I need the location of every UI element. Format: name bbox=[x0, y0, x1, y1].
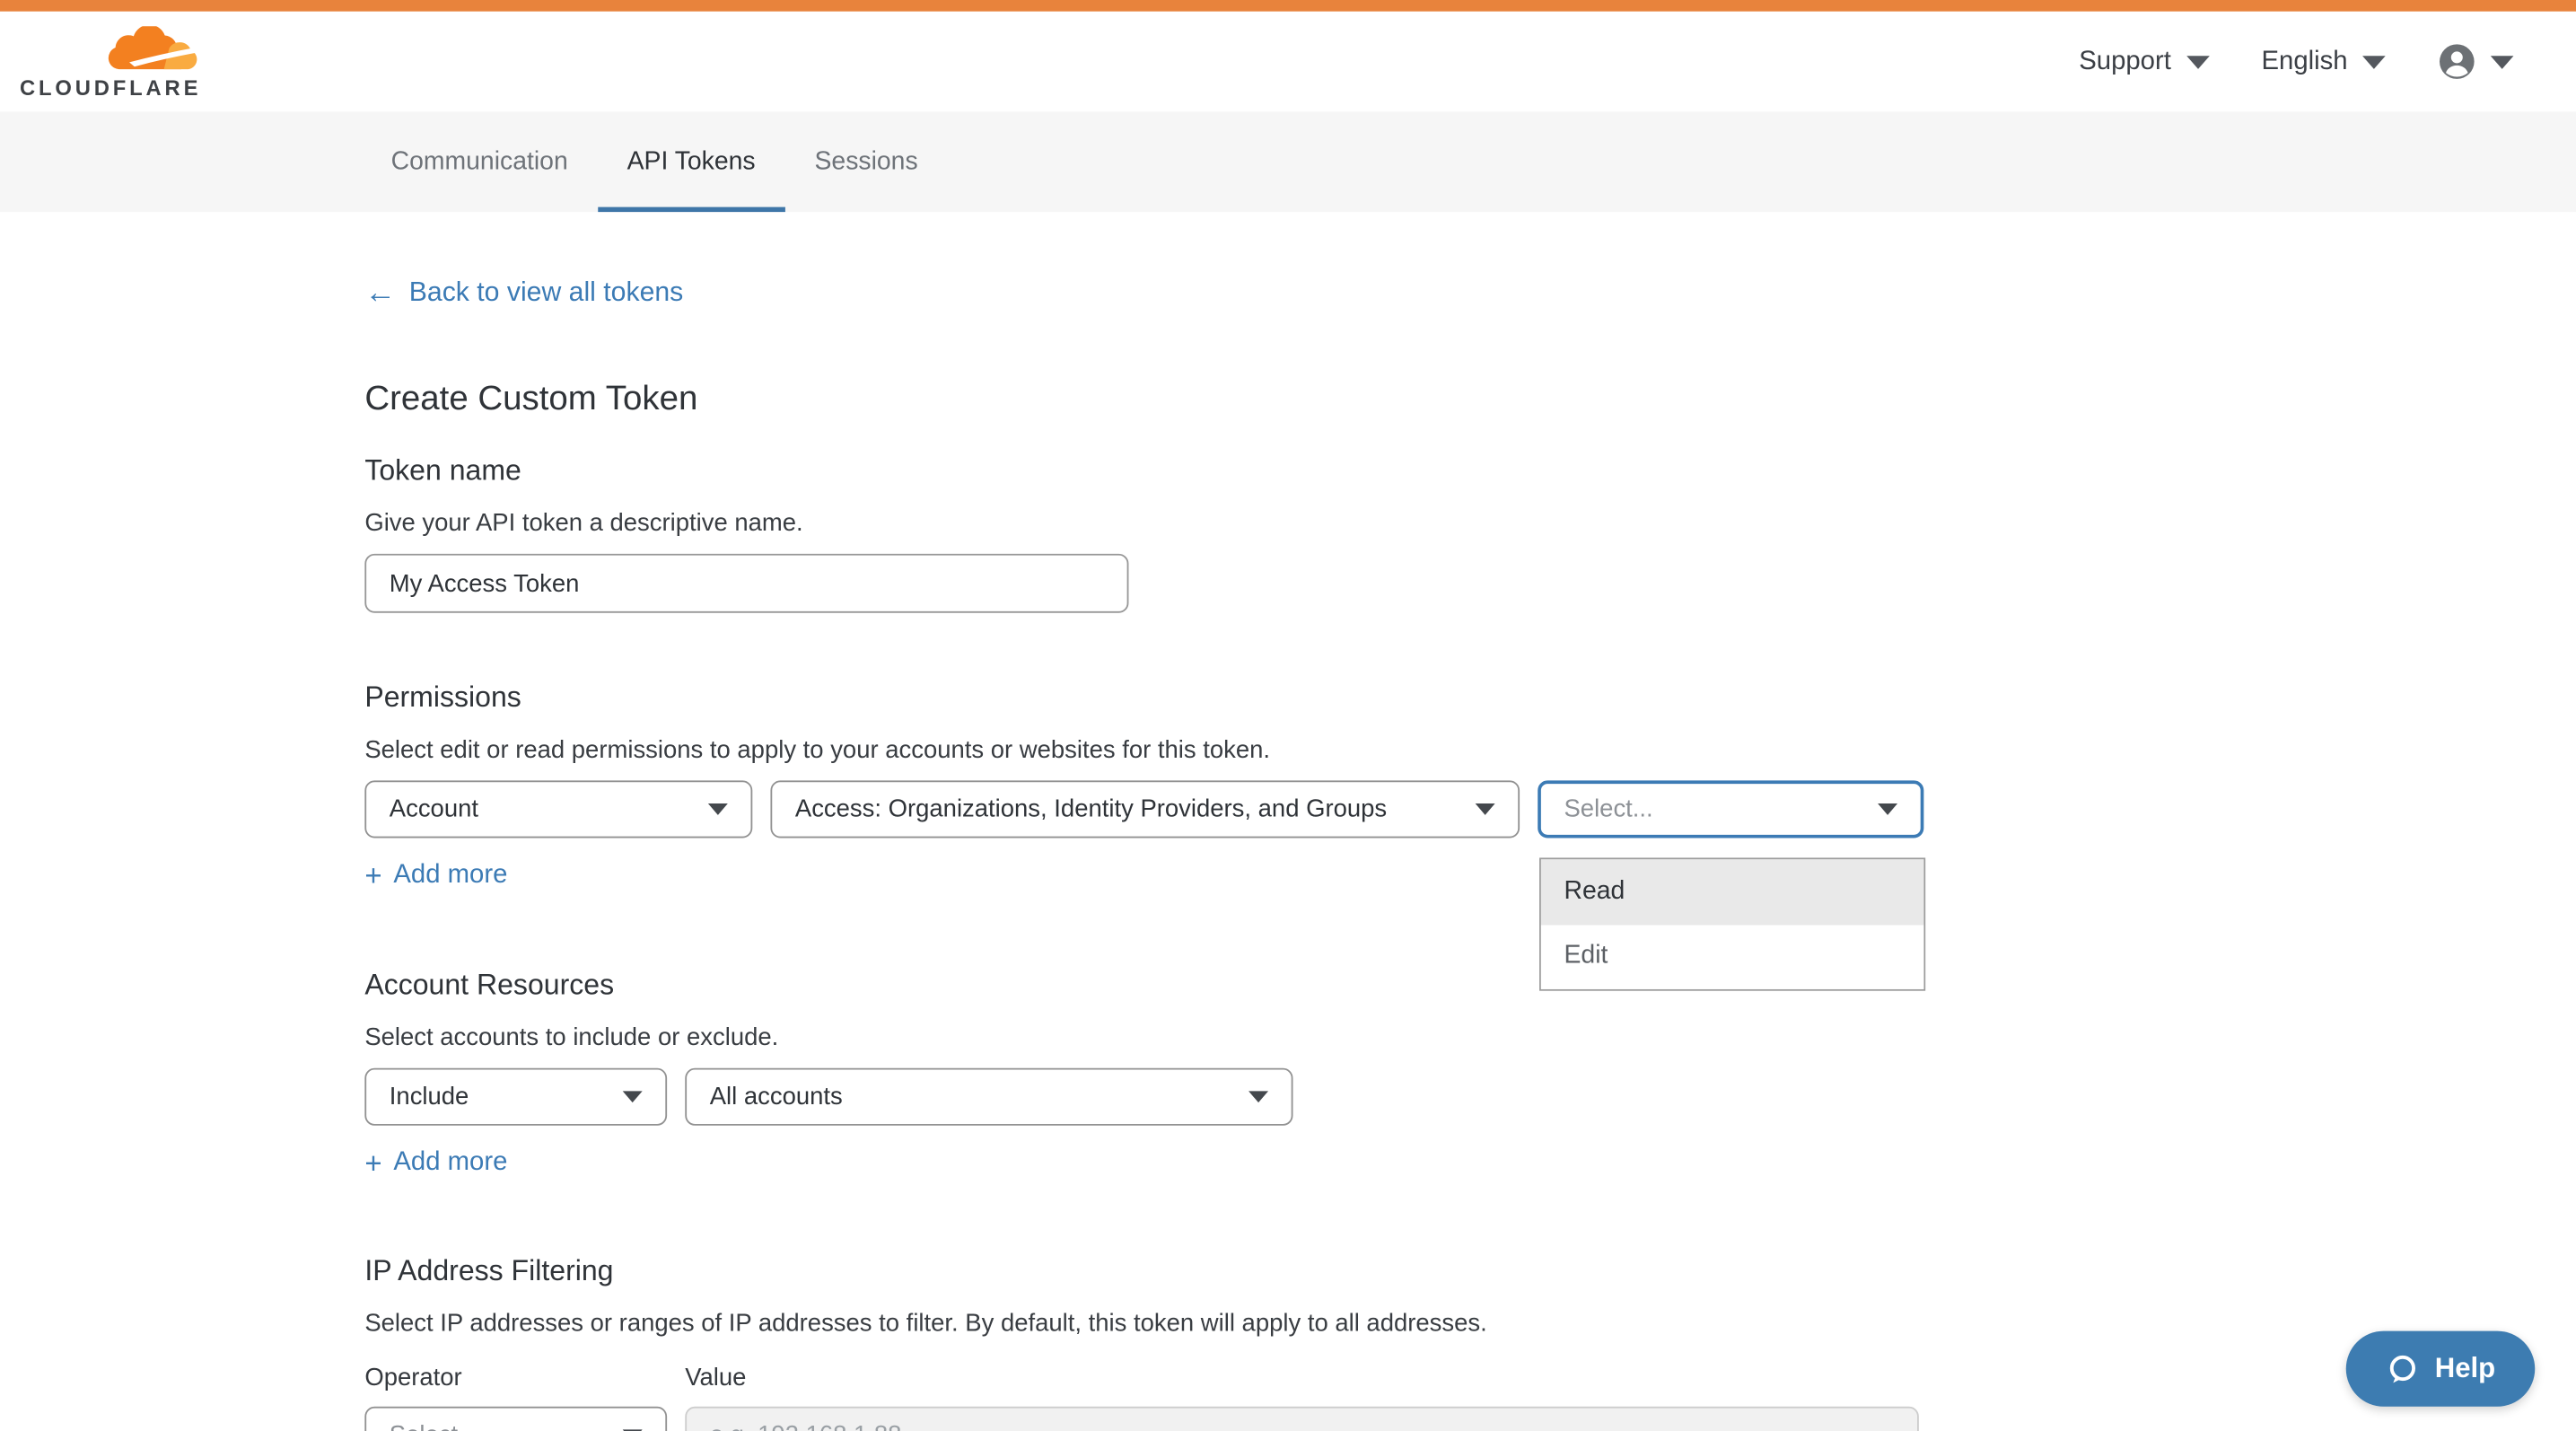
header-menus: Support English bbox=[2079, 43, 2513, 81]
plus-icon: + bbox=[364, 861, 381, 891]
tab-sessions[interactable]: Sessions bbox=[785, 111, 948, 212]
chat-bubble-icon bbox=[2386, 1351, 2420, 1385]
support-menu[interactable]: Support bbox=[2079, 47, 2209, 76]
chevron-down-icon bbox=[2491, 55, 2514, 68]
account-resources-description: Select accounts to include or exclude. bbox=[364, 1023, 2576, 1051]
token-name-heading: Token name bbox=[364, 453, 2576, 487]
back-link[interactable]: ← Back to view all tokens bbox=[364, 277, 683, 309]
tab-bar: Communication API Tokens Sessions bbox=[0, 111, 2576, 212]
account-resources-add-more-link[interactable]: + Add more bbox=[364, 1148, 507, 1178]
help-button[interactable]: Help bbox=[2346, 1331, 2535, 1407]
back-arrow-icon: ← bbox=[364, 277, 396, 309]
permissions-add-more-link[interactable]: + Add more bbox=[364, 861, 507, 891]
tab-api-tokens[interactable]: API Tokens bbox=[598, 111, 785, 212]
menu-option-edit[interactable]: Edit bbox=[1541, 925, 1923, 989]
permission-scope-value: Account bbox=[390, 795, 478, 823]
token-name-input[interactable] bbox=[364, 554, 1128, 613]
avatar-icon bbox=[2438, 43, 2475, 81]
ip-filtering-labels: Operator Value bbox=[364, 1364, 2576, 1391]
permissions-heading: Permissions bbox=[364, 680, 2576, 715]
account-resources-heading: Account Resources bbox=[364, 968, 2576, 1002]
cloudflare-wordmark: CLOUDFLARE bbox=[20, 76, 201, 98]
chevron-down-icon bbox=[1476, 803, 1495, 815]
ip-filtering-description: Select IP addresses or ranges of IP addr… bbox=[364, 1310, 2576, 1338]
help-button-label: Help bbox=[2435, 1352, 2495, 1385]
plus-icon: + bbox=[364, 1148, 381, 1178]
permissions-row: Account Access: Organizations, Identity … bbox=[364, 780, 2576, 838]
tab-label: Sessions bbox=[815, 147, 918, 177]
permissions-description: Select edit or read permissions to apply… bbox=[364, 736, 2576, 764]
menu-option-read[interactable]: Read bbox=[1541, 859, 1923, 924]
account-resources-row: Include All accounts bbox=[364, 1068, 2576, 1126]
permission-scope-select[interactable]: Account bbox=[364, 780, 752, 838]
chevron-down-icon bbox=[623, 1091, 643, 1102]
permission-level-menu: Read Edit bbox=[1539, 857, 1925, 990]
tab-communication[interactable]: Communication bbox=[362, 111, 598, 212]
top-accent-bar bbox=[0, 0, 2576, 12]
cloudflare-cloud-icon bbox=[106, 25, 201, 71]
add-more-label: Add more bbox=[393, 1148, 507, 1178]
account-menu[interactable] bbox=[2438, 43, 2513, 81]
account-resource-mode-select[interactable]: Include bbox=[364, 1068, 667, 1126]
chevron-down-icon bbox=[1249, 1091, 1268, 1102]
header: CLOUDFLARE Support English bbox=[0, 12, 2576, 112]
cloudflare-logo[interactable]: CLOUDFLARE bbox=[20, 25, 201, 98]
chevron-down-icon bbox=[1878, 803, 1897, 815]
ip-value-input[interactable] bbox=[685, 1407, 1919, 1431]
ip-filtering-row: Select... bbox=[364, 1407, 2576, 1431]
ip-filtering-heading: IP Address Filtering bbox=[364, 1254, 2576, 1288]
value-label: Value bbox=[685, 1364, 746, 1391]
ip-operator-placeholder: Select... bbox=[390, 1421, 478, 1431]
page-title: Create Custom Token bbox=[364, 380, 2576, 419]
operator-label: Operator bbox=[364, 1364, 685, 1391]
chevron-down-icon bbox=[2362, 55, 2386, 68]
ip-operator-select[interactable]: Select... bbox=[364, 1407, 667, 1431]
account-resource-scope-select[interactable]: All accounts bbox=[685, 1068, 1292, 1126]
token-name-description: Give your API token a descriptive name. bbox=[364, 509, 2576, 537]
account-resource-scope-value: All accounts bbox=[710, 1083, 843, 1111]
tab-label: Communication bbox=[391, 147, 568, 177]
language-menu[interactable]: English bbox=[2262, 47, 2386, 76]
back-link-label: Back to view all tokens bbox=[409, 277, 684, 309]
tab-label: API Tokens bbox=[627, 147, 756, 177]
permission-resource-value: Access: Organizations, Identity Provider… bbox=[795, 795, 1387, 823]
support-menu-label: Support bbox=[2079, 47, 2171, 76]
permission-resource-select[interactable]: Access: Organizations, Identity Provider… bbox=[770, 780, 1520, 838]
chevron-down-icon bbox=[708, 803, 728, 815]
chevron-down-icon bbox=[2186, 55, 2209, 68]
permission-level-select[interactable]: Select... Read Edit bbox=[1538, 780, 1923, 838]
account-resource-mode-value: Include bbox=[390, 1083, 469, 1111]
permission-level-placeholder: Select... bbox=[1564, 795, 1652, 823]
page: CLOUDFLARE Support English Com bbox=[0, 0, 2576, 1431]
main-content: ← Back to view all tokens Create Custom … bbox=[0, 212, 2576, 1431]
language-menu-label: English bbox=[2262, 47, 2348, 76]
add-more-label: Add more bbox=[393, 861, 507, 891]
